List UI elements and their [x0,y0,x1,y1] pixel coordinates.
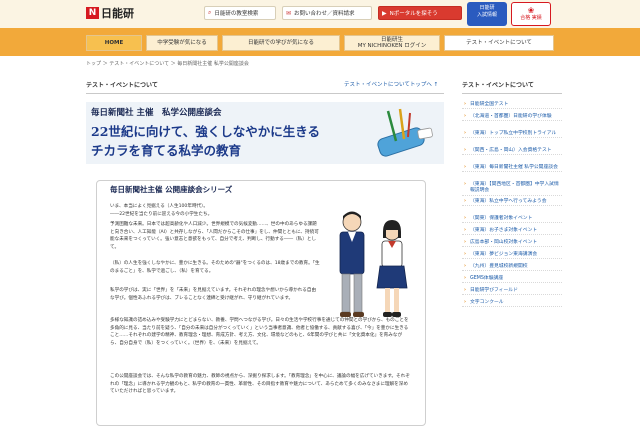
breadcrumb-tests-events[interactable]: テスト・イベントについて [109,61,169,67]
sidebar-item[interactable]: 日能研全国テスト [462,102,562,110]
series-title: 毎日新聞社主催 公開座談会シリーズ [110,185,233,194]
sidebar-title: テスト・イベントについて [462,80,562,94]
intro-paragraph-5: この公開座談会では、そんな私学の教育の魅力、教師の視点から、深掘り探求します。「… [110,374,410,395]
breadcrumb: トップ ＞ テスト・イベントについて ＞ 毎日新聞社主催 私学公開座談会 [86,60,249,67]
contact-link[interactable]: ✉ お問い合わせ／資料請求 [282,6,372,20]
breadcrumb-sep: ＞ [102,61,108,67]
sidebar-item[interactable]: 広島本部・岡山校対象イベント [462,240,562,248]
results-badge[interactable]: ❀ 合格 実績 [511,2,551,26]
sidebar-item[interactable]: （関西・広島・岡山）入会資格テスト [462,148,562,156]
intro-paragraph-1: 予測困難な未来。日本では超高齢化や人口減少。世界規模での気候変動……、世の中のあ… [110,222,319,250]
sidebar-item[interactable]: （東海）毎日新聞社主催 私学公開座談会 [462,165,562,173]
mail-icon: ✉ [286,9,292,17]
section-top-link[interactable]: テスト・イベントについてトップへ ↑ [344,80,438,88]
sidebar-item[interactable]: （東海）私立中学へ行ってみよう会 [462,199,562,207]
sidebar-item[interactable]: （東海）【関西地区・首都圏】中学入試情報説明会 [462,182,562,196]
sidebar-item[interactable]: （東海）トップ私立中学校別トライアル [462,131,562,139]
sidebar-item[interactable]: 日能研学びフィールド [462,288,562,296]
sidebar-item[interactable]: （北海道・首都圏）日能研の学び体験 [462,114,562,122]
sidebar-item[interactable]: （東海）夢ビジョン東海講演会 [462,252,562,260]
classroom-search-label: 日能研の教室検索 [214,11,259,17]
nav-home[interactable]: HOME [86,35,142,51]
banner-headline-1: 22世紀に向けて、強くしなやかに生きる [91,124,321,139]
search-icon: ⌕ [208,9,212,16]
site-header: N 日能研 ⌕ 日能研の教室検索 ✉ お問い合わせ／資料請求 ▶ Nポータルを探… [0,0,640,28]
nav-exam-interest[interactable]: 中学受験が気になる [146,35,218,51]
breadcrumb-top[interactable]: トップ [86,61,101,67]
badge-red-line2: 実績 [531,15,542,21]
sidebar-item[interactable]: GEMS体験講座 [462,276,562,284]
flower-icon: ❀ [527,6,535,15]
logo-mark: N [86,7,99,19]
intro-paragraph-2: （私）の人生を強くしなやかに、豊かに生きる。そのための"器"をつくるのは、18歳… [110,261,320,274]
sidebar-item[interactable]: （関東）保護者対象イベント [462,216,562,224]
contact-label: お問い合わせ／資料請求 [294,11,355,17]
badge-red-line1: 合格 [520,15,531,21]
intro-line-2: ――22世紀を当たり前に迎える今の小学生たち。 [110,212,213,217]
students-illustration [339,211,408,317]
sidebar-item[interactable]: （九州）豊見城校新規開校 [462,264,562,272]
badge-blue-line1: 日能研 [479,5,495,11]
nav-my-nichinoken[interactable]: 日能研生 MY NICHINOKEN ログイン [344,35,440,51]
intro-line-1: いま、本当によく見据える（人生100年時代）。 [110,204,209,209]
portal-link[interactable]: ▶ Nポータルを探そう [378,6,462,20]
nav-tests-events[interactable]: テスト・イベントについて [444,35,554,51]
intro-paragraph-3: 私学の学びは、実に「世界」を「未来」を見据えています。それぞれの理念や想いから導… [110,288,317,301]
logo-text: 日能研 [101,7,134,20]
nav-learning-interest[interactable]: 日能研での学びが気になる [222,35,340,51]
pencil-case-illustration [377,108,433,157]
breadcrumb-current: 毎日新聞社主催 私学公開座談会 [177,61,249,67]
banner-subtitle: 毎日新聞社 主催 私学公開座談会 [91,108,222,118]
arrow-icon: ▶ [382,9,387,17]
sidebar-item[interactable]: （東海）お子さま対象イベント [462,228,562,236]
sidebar-item[interactable]: 文字コンクール [462,300,562,308]
entrance-info-badge[interactable]: 日能研 入試情報 [467,2,507,26]
main-nav: HOME 中学受験が気になる 日能研での学びが気になる 日能研生 MY NICH… [0,28,640,56]
portal-label: Nポータルを探そう [389,11,438,17]
classroom-search-link[interactable]: ⌕ 日能研の教室検索 [204,6,276,20]
banner-headline-2: チカラを育てる私学の教育 [91,143,242,158]
site-logo[interactable]: N 日能研 [86,6,134,20]
badge-blue-line2: 入試情報 [476,12,497,18]
breadcrumb-sep: ＞ [170,61,176,67]
